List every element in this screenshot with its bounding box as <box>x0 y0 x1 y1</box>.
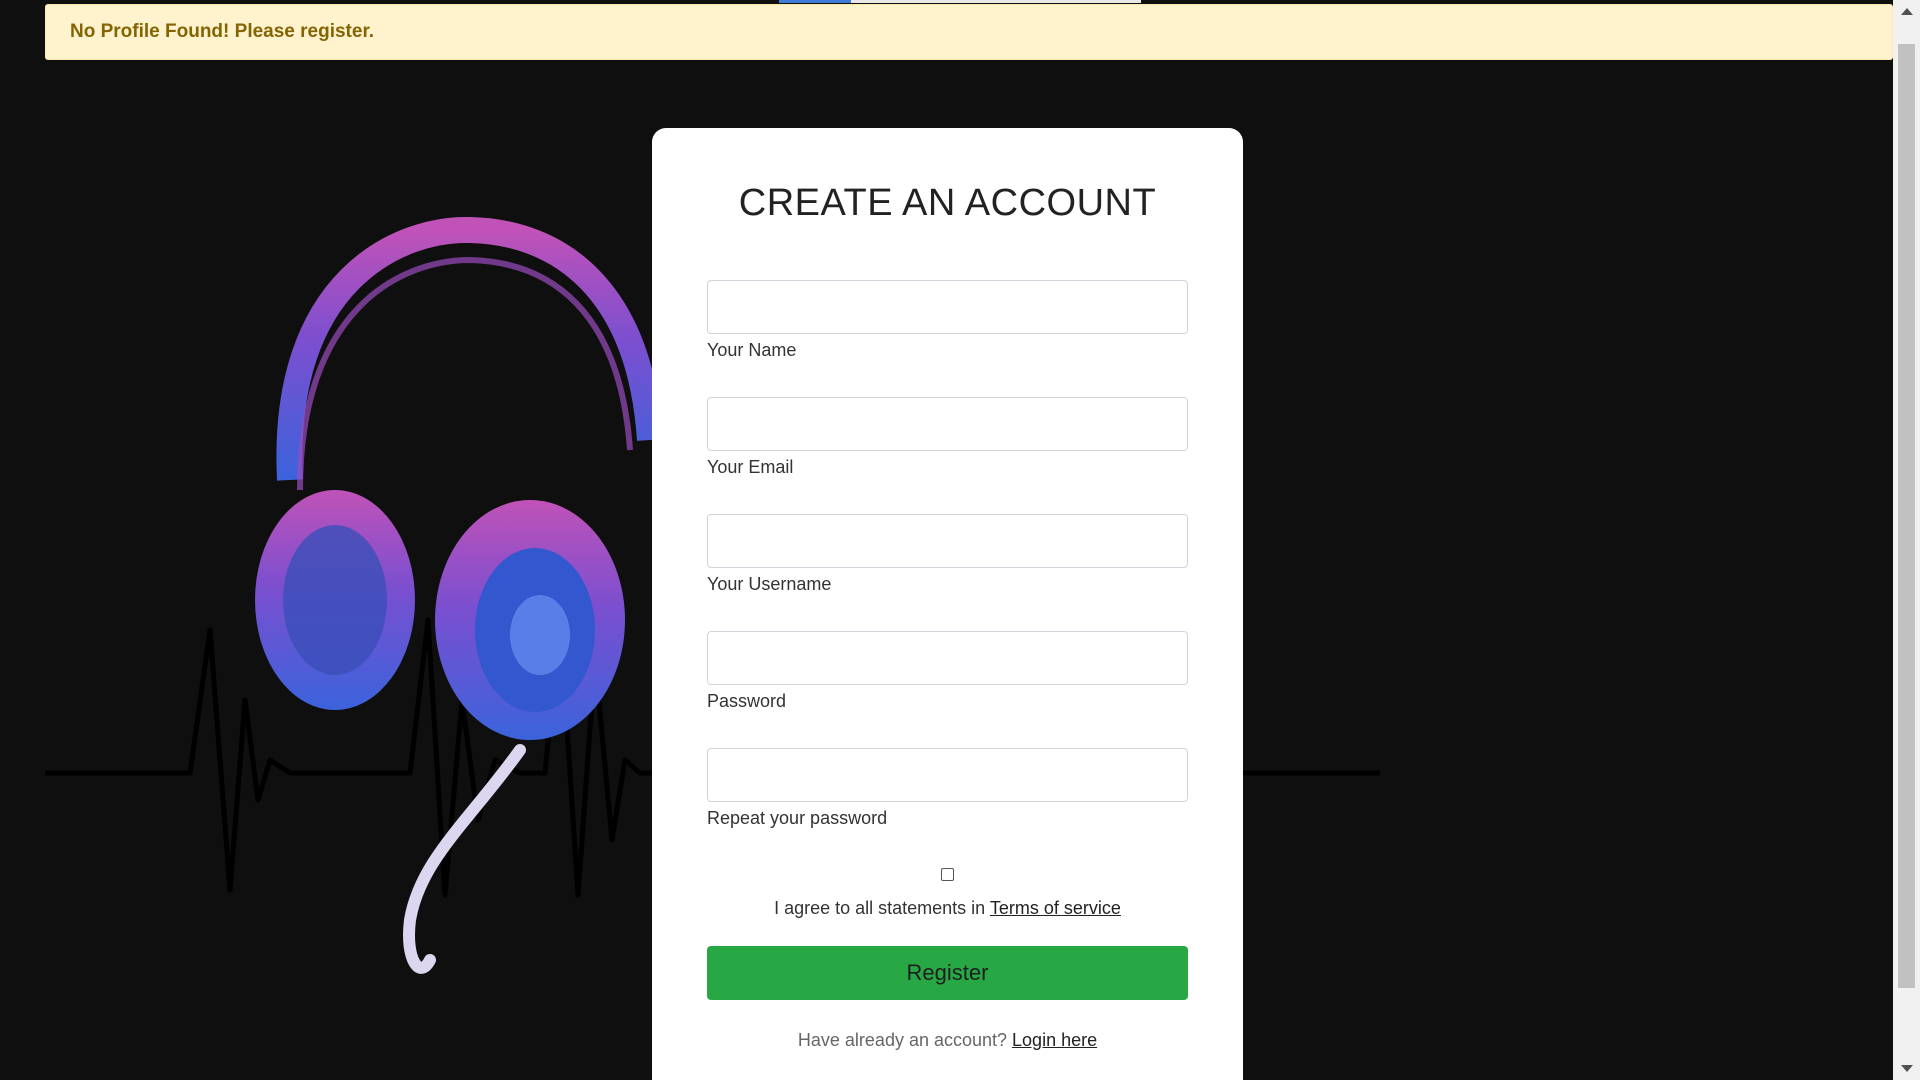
email-label: Your Email <box>707 457 794 477</box>
password-field-group: Password <box>707 631 1188 712</box>
repeat-password-label: Repeat your password <box>707 808 888 828</box>
headphones-band-icon <box>276 216 663 481</box>
terms-checkbox[interactable] <box>941 868 954 881</box>
login-prefix: Have already an account? <box>797 1030 1013 1050</box>
scroll-down-arrow-icon[interactable] <box>1901 1065 1913 1072</box>
username-label: Your Username <box>707 574 832 594</box>
repeat-password-input[interactable] <box>707 748 1188 802</box>
username-input[interactable] <box>707 514 1188 568</box>
scroll-thumb[interactable] <box>1898 44 1915 988</box>
terms-of-service-link[interactable]: Terms of service <box>990 898 1121 918</box>
password-input[interactable] <box>707 631 1188 685</box>
password-label: Password <box>707 691 787 711</box>
scroll-up-arrow-icon[interactable] <box>1901 8 1913 15</box>
terms-section: I agree to all statements in Terms of se… <box>652 868 1243 919</box>
name-field-group: Your Name <box>707 280 1188 361</box>
name-label: Your Name <box>707 340 797 360</box>
email-input[interactable] <box>707 397 1188 451</box>
register-button[interactable]: Register <box>707 946 1188 1000</box>
top-indicator-active <box>779 0 851 3</box>
terms-prefix: I agree to all statements in <box>774 898 990 918</box>
email-field-group: Your Email <box>707 397 1188 478</box>
alert-banner: No Profile Found! Please register. <box>45 4 1893 60</box>
top-indicator-segment <box>851 0 1141 3</box>
headphones-cable-icon <box>403 744 526 974</box>
login-link[interactable]: Login here <box>1012 1030 1097 1050</box>
repeat-password-field-group: Repeat your password <box>707 748 1188 829</box>
login-prompt: Have already an account? Login here <box>652 1030 1243 1051</box>
username-field-group: Your Username <box>707 514 1188 595</box>
terms-text: I agree to all statements in Terms of se… <box>652 898 1243 919</box>
vertical-scrollbar[interactable] <box>1893 0 1920 1080</box>
alert-message: No Profile Found! Please register. <box>70 21 375 42</box>
register-card: CREATE AN ACCOUNT Your Name Your Email Y… <box>652 128 1243 1080</box>
page-title: CREATE AN ACCOUNT <box>738 182 1157 224</box>
name-input[interactable] <box>707 280 1188 334</box>
